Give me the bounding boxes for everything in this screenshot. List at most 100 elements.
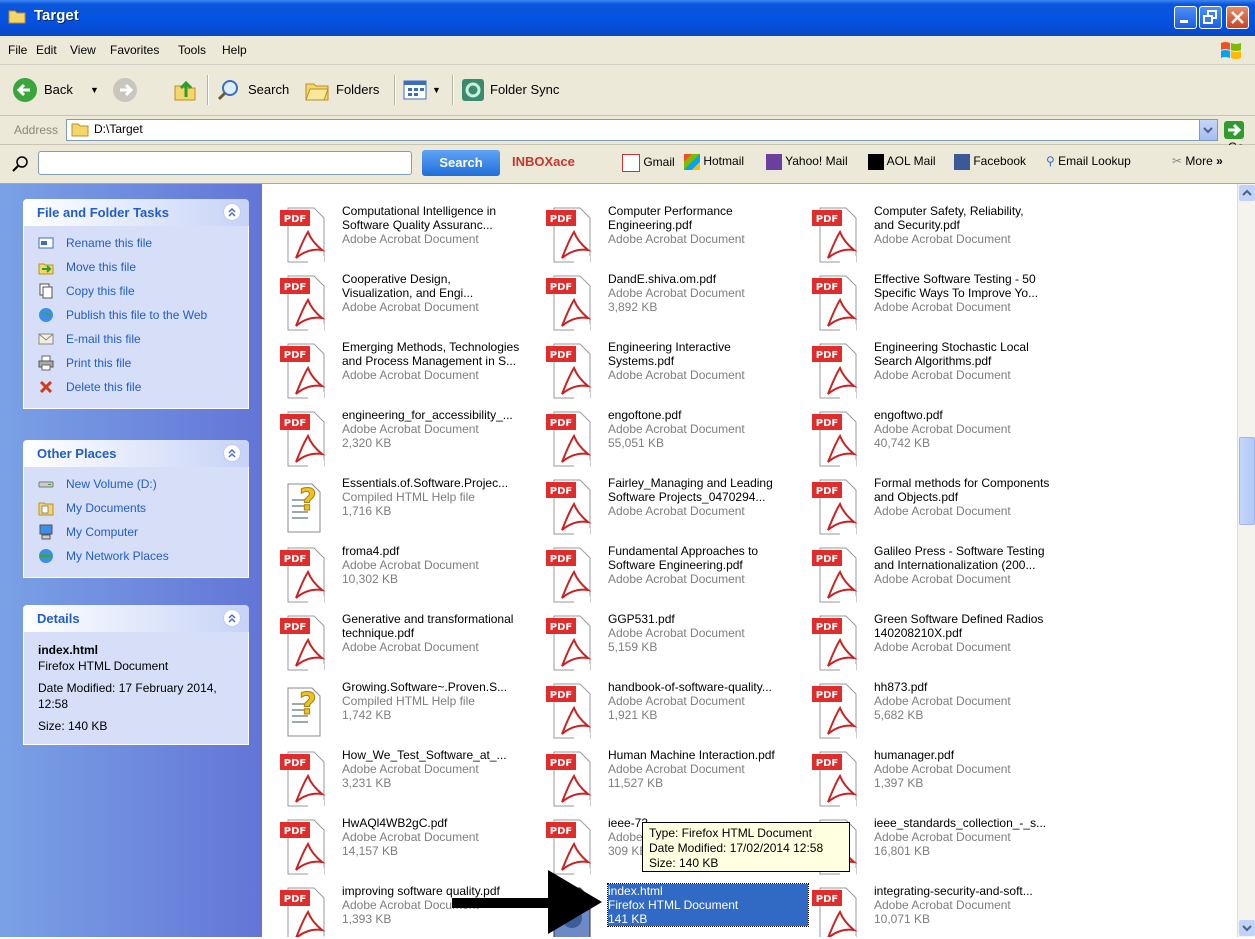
file-item[interactable]: PDF Fundamental Approaches to Software Eng… [536, 542, 798, 606]
aol-mail-link[interactable]: AOL Mail [868, 154, 936, 170]
magnifier-icon: ⚲ [1046, 154, 1055, 168]
address-field[interactable]: D:\Target [66, 119, 1218, 141]
file-line-3: Adobe Acrobat Document [608, 572, 745, 586]
file-item[interactable]: PDF Fairley_Managing and Leading Software … [536, 474, 798, 538]
search-submit-button[interactable]: Search [422, 150, 500, 176]
menu-file[interactable]: File [8, 43, 27, 57]
move-file-link[interactable]: Move this file [24, 256, 248, 280]
svg-text:PDF: PDF [284, 418, 306, 429]
file-item[interactable]: PDF Engineering Interactive Systems.pdf Ado… [536, 338, 798, 402]
vertical-scrollbar[interactable] [1237, 184, 1255, 937]
drive-icon [38, 481, 54, 488]
file-item[interactable]: PDF engoftone.pdf Adobe Acrobat Document 55… [536, 406, 798, 470]
facebook-link[interactable]: Facebook [954, 154, 1026, 170]
file-item[interactable]: PDF Galileo Press - Software Testing and I… [802, 542, 1064, 606]
menu-view[interactable]: View [70, 43, 96, 57]
collapse-chevron-icon[interactable] [223, 444, 241, 462]
file-and-folder-tasks-header[interactable]: File and Folder Tasks [23, 199, 249, 226]
file-item[interactable]: ? Essentials.of.Software.Projec... Compile… [270, 474, 532, 538]
forward-button[interactable] [112, 77, 152, 103]
file-item[interactable]: PDF engineering_for_accessibility_... Adob… [270, 406, 532, 470]
file-label: engoftwo.pdf Adobe Acrobat Document 40,742… [874, 408, 1074, 450]
chevron-down-icon[interactable]: ▼ [90, 85, 99, 95]
menu-help[interactable]: Help [222, 43, 247, 57]
file-line-2: technique.pdf [342, 626, 415, 640]
file-item[interactable]: PDF Human Machine Interaction.pdf Adobe Ac… [536, 746, 798, 810]
publish-file-link[interactable]: Publish this file to the Web [24, 304, 248, 328]
svg-text:PDF: PDF [816, 894, 838, 905]
file-name: Essentials.of.Software.Projec... [342, 476, 509, 490]
file-item[interactable]: PDF Computational Intelligence in Software… [270, 202, 532, 266]
file-item[interactable]: PDF Green Software Defined Radios 14020821… [802, 610, 1064, 674]
copy-file-link[interactable]: Copy this file [24, 280, 248, 304]
file-line-3: 141 KB [608, 912, 648, 926]
file-item[interactable]: PDF Computer Performance Engineering.pdf Ad… [536, 202, 798, 266]
file-item[interactable]: PDF humanager.pdf Adobe Acrobat Document 1,… [802, 746, 1064, 810]
file-item[interactable]: PDF DandE.shiva.om.pdf Adobe Acrobat Docum… [536, 270, 798, 334]
svg-text:PDF: PDF [816, 486, 838, 497]
inboxace-logo[interactable]: INBOXace [512, 154, 575, 169]
collapse-chevron-icon[interactable] [223, 609, 241, 627]
folders-button[interactable]: Folders [304, 77, 388, 103]
file-item[interactable]: PDF handbook-of-software-quality... Adobe … [536, 678, 798, 742]
file-item[interactable]: PDF Computer Safety, Reliability, and Secu… [802, 202, 1064, 266]
email-lookup-link[interactable]: ⚲ Email Lookup [1046, 154, 1131, 168]
delete-file-link[interactable]: Delete this file [24, 376, 248, 400]
file-item[interactable]: PDF How_We_Test_Software_at_... Adobe Acro… [270, 746, 532, 810]
file-item[interactable]: PDF hh873.pdf Adobe Acrobat Document 5,682 … [802, 678, 1064, 742]
file-item[interactable]: PDF froma4.pdf Adobe Acrobat Document 10,30… [270, 542, 532, 606]
email-file-link[interactable]: E-mail this file [24, 328, 248, 352]
svg-text:?: ? [299, 687, 316, 722]
more-button[interactable]: ✂ More » [1172, 154, 1223, 168]
file-item[interactable]: PDF Effective Software Testing - 50 Specif… [802, 270, 1064, 334]
file-line-2: Adobe Acrobat Document [874, 762, 1011, 776]
scroll-up-button[interactable] [1239, 185, 1255, 201]
file-item[interactable]: PDF Emerging Methods, Technologies and Pro… [270, 338, 532, 402]
title-bar[interactable]: Target [0, 0, 1255, 36]
menu-edit[interactable]: Edit [36, 43, 57, 57]
details-panel: Details index.html Firefox HTML Document… [23, 605, 249, 745]
file-item[interactable]: PDF Engineering Stochastic Local Search Al… [802, 338, 1064, 402]
file-and-folder-tasks-panel: File and Folder Tasks Rename this file M… [23, 199, 249, 409]
file-item[interactable]: PDF integrating-security-and-soft... Adobe… [802, 882, 1064, 937]
views-button[interactable]: ▼ [402, 77, 452, 103]
file-item[interactable]: PDF Generative and transformational techni… [270, 610, 532, 674]
file-item[interactable]: PDF Formal methods for Components and Obje… [802, 474, 1064, 538]
file-item[interactable]: PDF GGP531.pdf Adobe Acrobat Document 5,159… [536, 610, 798, 674]
place-my-documents[interactable]: My Documents [24, 497, 248, 521]
search-button[interactable]: Search [216, 77, 300, 103]
place-new-volume[interactable]: New Volume (D:) [24, 473, 248, 497]
file-item[interactable]: PDF Cooperative Design, Visualization, and… [270, 270, 532, 334]
place-my-network-places[interactable]: My Network Places [24, 545, 248, 569]
print-file-link[interactable]: Print this file [24, 352, 248, 376]
file-item[interactable]: PDF engoftwo.pdf Adobe Acrobat Document 40,… [802, 406, 1064, 470]
place-my-computer[interactable]: My Computer [24, 521, 248, 545]
file-item[interactable]: ? Growing.Software~.Proven.S... Compiled H… [270, 678, 532, 742]
menu-tools[interactable]: Tools [178, 43, 206, 57]
file-name: Formal methods for Components [874, 476, 1050, 490]
search-input[interactable] [38, 151, 412, 175]
scroll-thumb[interactable] [1239, 437, 1255, 525]
maximize-button[interactable] [1199, 6, 1222, 29]
folder-sync-button[interactable]: Folder Sync [460, 77, 570, 103]
address-dropdown-button[interactable] [1199, 120, 1217, 140]
up-folder-button[interactable] [172, 77, 202, 103]
gmail-link[interactable]: Gmail [622, 154, 675, 172]
file-label: Essentials.of.Software.Projec... Compiled… [342, 476, 542, 518]
back-button[interactable]: Back ▼ [12, 77, 106, 103]
hotmail-link[interactable]: Hotmail [684, 154, 744, 170]
other-places-header[interactable]: Other Places [23, 440, 249, 467]
yahoo-mail-link[interactable]: Yahoo! Mail [766, 154, 848, 170]
details-header[interactable]: Details [23, 605, 249, 632]
file-name: Engineering Interactive [608, 340, 731, 354]
file-name: Generative and transformational [342, 612, 514, 626]
menu-favorites[interactable]: Favorites [110, 43, 159, 57]
rename-file-link[interactable]: Rename this file [24, 232, 248, 256]
file-label: Fundamental Approaches to Software Engine… [608, 544, 808, 586]
close-button[interactable] [1226, 6, 1249, 29]
collapse-chevron-icon[interactable] [223, 203, 241, 221]
scroll-down-button[interactable] [1239, 920, 1255, 936]
minimize-button[interactable] [1174, 6, 1197, 29]
file-name: humanager.pdf [874, 748, 955, 762]
chevron-down-icon: ▼ [432, 85, 441, 95]
